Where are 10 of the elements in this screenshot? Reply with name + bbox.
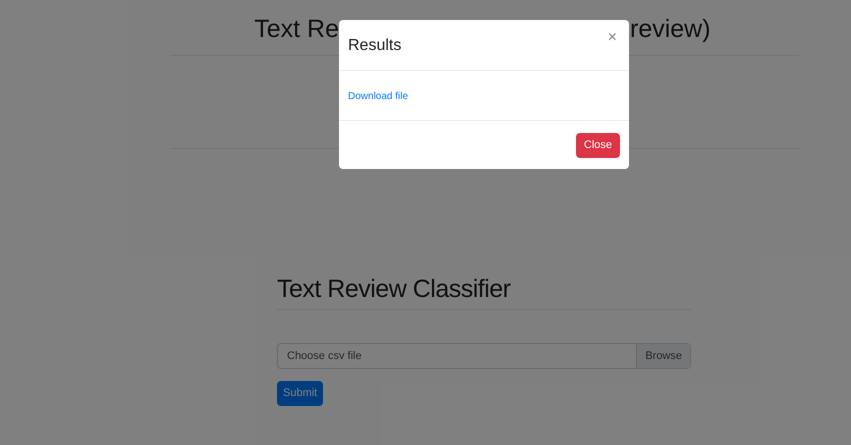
file-input[interactable]: Choose csv file Browse xyxy=(277,343,691,369)
dialog-title: Results xyxy=(348,36,402,56)
submit-button[interactable]: Submit xyxy=(277,381,324,406)
page-title: Text Re xyxy=(254,14,339,45)
download-link[interactable]: Download file xyxy=(348,91,408,102)
close-button[interactable]: Close xyxy=(576,133,620,158)
page-title: review) xyxy=(630,15,711,43)
section-heading: Text Review Classifier xyxy=(277,274,512,305)
browse-button[interactable]: Browse xyxy=(636,344,690,368)
file-label: Choose csv file xyxy=(286,349,363,364)
